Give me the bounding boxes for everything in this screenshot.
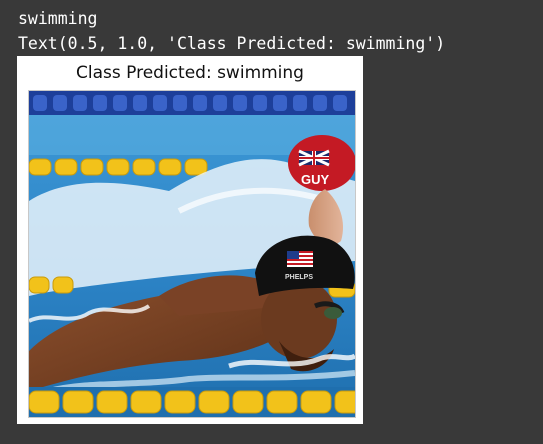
stdout-text: swimming Text(0.5, 1.0, 'Class Predicted… — [18, 6, 445, 56]
matplotlib-figure: Class Predicted: swimming GUY PHELPS — [17, 56, 363, 424]
notebook-output-cell: swimming Text(0.5, 1.0, 'Class Predicted… — [0, 0, 543, 444]
cap-front-text: PHELPS — [285, 274, 313, 281]
cap-back-text: GUY — [301, 172, 330, 187]
stdout-line-1: swimming — [18, 9, 98, 28]
stdout-line-2: Text(0.5, 1.0, 'Class Predicted: swimmin… — [18, 34, 446, 53]
figure-title: Class Predicted: swimming — [76, 63, 304, 83]
swimming-photo: GUY PHELPS — [28, 90, 356, 418]
